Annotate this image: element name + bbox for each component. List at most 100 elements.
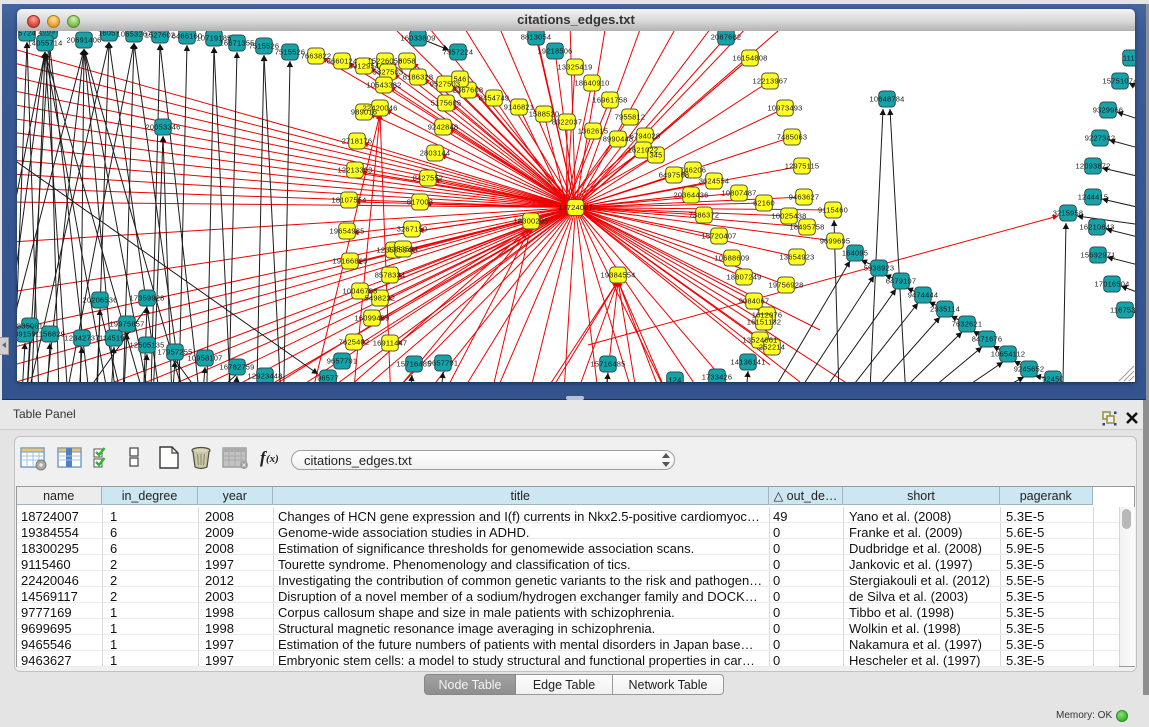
svg-text:8427552: 8427552	[413, 173, 444, 182]
svg-text:8813054: 8813054	[521, 32, 552, 41]
svg-text:16033809: 16033809	[401, 33, 436, 42]
svg-text:12923448: 12923448	[248, 371, 283, 380]
svg-text:1353594: 1353594	[388, 244, 419, 253]
svg-text:17359928: 17359928	[130, 293, 165, 302]
svg-text:817008: 817008	[407, 197, 433, 206]
svg-text:19654985: 19654985	[330, 226, 365, 235]
svg-text:1145194: 1145194	[99, 333, 129, 342]
svg-text:16154808: 16154808	[733, 53, 768, 62]
svg-text:9242848: 9242848	[428, 122, 459, 131]
svg-text:92450: 92450	[1042, 374, 1064, 382]
svg-text:2935114: 2935114	[930, 304, 960, 313]
svg-text:10025438: 10025438	[772, 211, 807, 220]
svg-text:18300295: 18300295	[514, 216, 549, 225]
svg-text:19218506: 19218506	[538, 46, 573, 55]
svg-text:18807249: 18807249	[727, 272, 762, 281]
svg-text:20897: 20897	[38, 31, 60, 35]
svg-text:18107554: 18107554	[332, 195, 367, 204]
svg-text:16961758: 16961758	[593, 95, 628, 104]
svg-text:7625402: 7625402	[339, 337, 370, 346]
svg-text:18495758: 18495758	[790, 222, 825, 231]
svg-text:15751074: 15751074	[1103, 76, 1135, 85]
svg-text:9657791: 9657791	[327, 356, 358, 365]
svg-text:15692971: 15692971	[1081, 250, 1116, 259]
svg-text:14136141: 14136141	[731, 357, 766, 366]
svg-text:8322037: 8322037	[552, 117, 583, 126]
svg-text:1156829: 1156829	[35, 329, 65, 338]
svg-text:9657791: 9657791	[428, 358, 459, 367]
svg-text:10958107: 10958107	[188, 353, 223, 362]
svg-text:10973493: 10973493	[768, 103, 803, 112]
svg-text:20691406: 20691406	[67, 35, 102, 44]
svg-text:12975115: 12975115	[785, 161, 819, 170]
svg-text:19975857: 19975857	[110, 319, 145, 328]
svg-text:9115460: 9115460	[818, 205, 848, 214]
svg-text:10654112: 10654112	[991, 349, 1025, 358]
svg-text:20206536: 20206536	[83, 295, 118, 304]
svg-text:9245652: 9245652	[1014, 364, 1045, 373]
svg-text:3215958: 3215958	[1053, 208, 1084, 217]
svg-text:1167534: 1167534	[1110, 305, 1135, 314]
svg-text:39159: 39159	[17, 329, 36, 338]
svg-text:3624554: 3624554	[699, 176, 730, 185]
svg-text:2718176: 2718176	[342, 136, 373, 145]
svg-text:9084067: 9084067	[739, 296, 770, 305]
svg-text:16210643: 16210643	[1080, 222, 1115, 231]
svg-text:5175685: 5175685	[431, 98, 462, 107]
svg-text:252214: 252214	[759, 342, 785, 351]
svg-text:18724007: 18724007	[558, 203, 593, 212]
svg-text:2087682: 2087682	[711, 32, 742, 41]
svg-text:8454749: 8454749	[479, 93, 510, 102]
svg-text:6794028: 6794028	[630, 131, 661, 140]
svg-text:20364436: 20364436	[674, 190, 709, 199]
svg-text:546: 546	[453, 74, 466, 83]
svg-text:989016: 989016	[351, 107, 377, 116]
svg-text:16151132: 16151132	[747, 317, 781, 326]
svg-text:20053346: 20053346	[146, 122, 181, 131]
svg-text:124: 124	[668, 375, 681, 382]
svg-text:12213363: 12213363	[338, 165, 373, 174]
svg-text:12342737: 12342737	[65, 333, 100, 342]
svg-text:9463627: 9463627	[789, 192, 820, 201]
svg-text:8186328: 8186328	[403, 72, 434, 81]
svg-text:6479197: 6479197	[886, 276, 917, 285]
svg-text:5498222: 5498222	[365, 293, 396, 302]
svg-text:(x): (x)	[266, 453, 279, 465]
svg-text:10648784: 10648784	[870, 94, 905, 103]
svg-text:6497568: 6497568	[659, 170, 690, 179]
svg-text:5938923: 5938923	[864, 263, 895, 272]
svg-text:14055714: 14055714	[28, 38, 63, 47]
svg-text:2803144: 2803144	[420, 148, 451, 157]
svg-text:345: 345	[649, 150, 662, 159]
svg-text:12093872: 12093872	[1076, 161, 1111, 170]
svg-text:8471676: 8471676	[972, 334, 1003, 343]
svg-text:15716485: 15716485	[397, 359, 432, 368]
svg-text:8578334: 8578334	[375, 270, 406, 279]
svg-text:7357224: 7357224	[443, 47, 474, 56]
svg-text:9699695: 9699695	[820, 236, 851, 245]
svg-text:6058: 6058	[398, 56, 416, 65]
svg-text:10543382: 10543382	[367, 80, 402, 89]
svg-text:18640910: 18640910	[575, 78, 610, 87]
svg-text:10688609: 10688609	[715, 253, 750, 262]
svg-text:19166825: 19166825	[333, 256, 368, 265]
svg-text:7386372: 7386372	[689, 210, 720, 219]
svg-text:9329966: 9329966	[1093, 105, 1124, 114]
svg-text:9146821: 9146821	[504, 102, 535, 111]
svg-text:15716485: 15716485	[591, 359, 626, 368]
svg-text:62160: 62160	[753, 198, 775, 207]
svg-text:12213967: 12213967	[753, 76, 788, 85]
svg-text:17016504: 17016504	[1095, 279, 1130, 288]
svg-text:10807487: 10807487	[722, 188, 757, 197]
svg-text:1244415: 1244415	[1078, 192, 1109, 201]
svg-text:15720407: 15720407	[702, 231, 737, 240]
svg-text:164095: 164095	[842, 248, 868, 257]
svg-text:3267150: 3267150	[397, 224, 428, 233]
svg-text:16911447: 16911447	[373, 338, 407, 347]
svg-text:19756928: 19756928	[769, 280, 804, 289]
svg-text:5724: 5724	[18, 31, 36, 37]
svg-text:7955812: 7955812	[615, 112, 646, 121]
svg-text:13654923: 13654923	[780, 252, 815, 261]
svg-text:1117: 1117	[1123, 53, 1135, 62]
svg-text:9227342: 9227342	[1085, 133, 1116, 142]
